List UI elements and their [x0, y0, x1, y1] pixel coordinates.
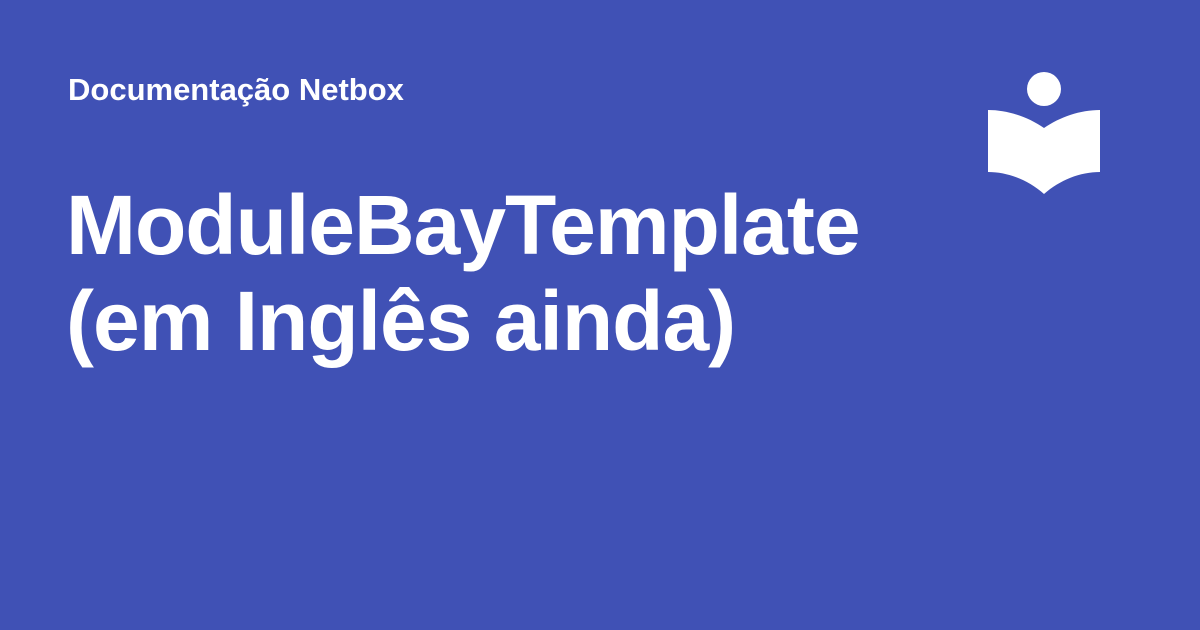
- social-card: Documentação Netbox ModuleBayTemplate (e…: [0, 0, 1200, 630]
- book-reader-icon: [988, 70, 1100, 196]
- page-title: ModuleBayTemplate (em Inglês ainda): [66, 177, 888, 369]
- site-name: Documentação Netbox: [68, 72, 404, 107]
- page-title-line-1: ModuleBayTemplate: [66, 178, 861, 272]
- page-title-line-2: (em Inglês ainda): [66, 274, 736, 368]
